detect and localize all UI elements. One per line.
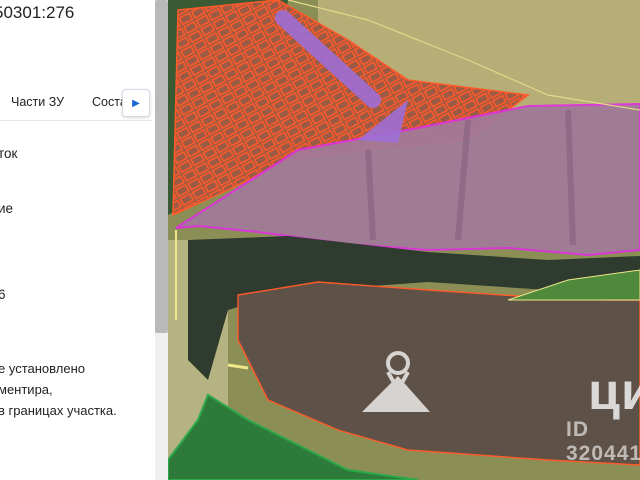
note-line: е установлено xyxy=(0,361,85,376)
watermark-id: ID 320441098 xyxy=(566,418,640,465)
tabs-scroll-right-button[interactable]: ▶ xyxy=(122,89,150,117)
tabs-divider xyxy=(0,120,152,121)
info-panel: 50301:276 Части ЗУ Соста ▶ ток ие 6 е ус… xyxy=(0,0,168,480)
note-line: ментира, xyxy=(0,382,53,397)
map-canvas xyxy=(168,0,640,480)
cadastral-number: 50301:276 xyxy=(0,3,75,22)
info-value: 6 xyxy=(0,287,6,302)
satellite-map[interactable]: циан ID 320441098 xyxy=(168,0,640,480)
watermark-brand: циан xyxy=(588,363,640,421)
tabs-bar: Части ЗУ Соста ▶ xyxy=(0,89,152,117)
info-value: ток xyxy=(0,146,18,161)
tab-parts[interactable]: Части ЗУ xyxy=(11,95,64,109)
panel-scrollbar-thumb[interactable] xyxy=(155,0,168,333)
note-line: в границах участка. xyxy=(0,403,117,418)
chevron-right-icon: ▶ xyxy=(132,97,140,109)
info-value: ие xyxy=(0,201,14,216)
